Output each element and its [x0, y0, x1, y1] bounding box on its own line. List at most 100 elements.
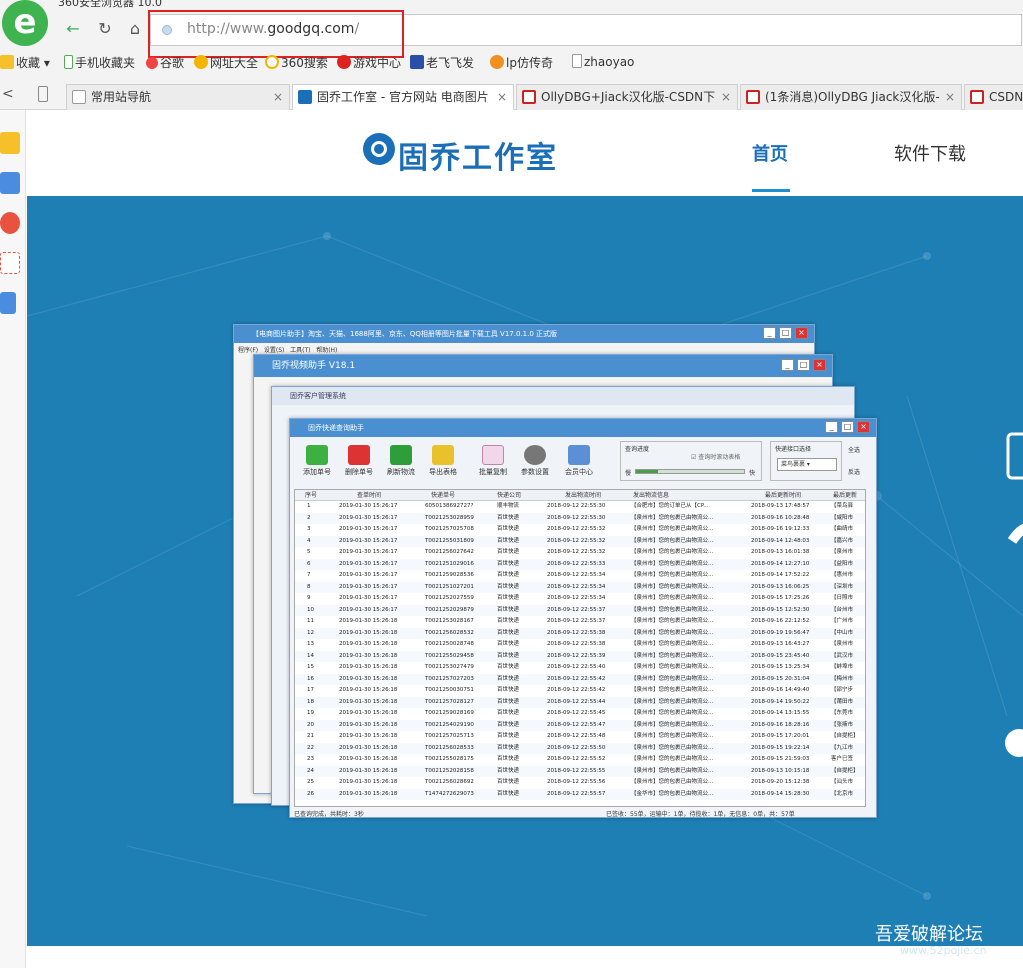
col-header[interactable]: 序号	[305, 490, 317, 501]
bookmark-zhaoyao[interactable]: zhaoyao	[572, 54, 634, 69]
close-icon[interactable]: ×	[857, 421, 870, 433]
home-icon[interactable]: ⌂	[122, 16, 148, 42]
bookmark-hao[interactable]: 网址大全	[194, 54, 258, 71]
select-all-button[interactable]: 全选	[848, 445, 860, 454]
menu-tools[interactable]: 工具(T)	[290, 347, 310, 354]
tab-close-icon[interactable]: ×	[497, 85, 507, 109]
table-row[interactable]: 15 2019-01-30 15:26:18 T0021253027479 百世快递 2…	[295, 662, 865, 674]
col-header[interactable]: 最后更新时间	[765, 490, 801, 501]
table-body: 1 2019-01-30 15:26:17 6050138692727? 顺丰物流 20…	[295, 501, 865, 800]
star-icon[interactable]	[0, 132, 20, 154]
bookmark-mobile[interactable]: 手机收藏夹	[64, 54, 135, 71]
document-icon[interactable]	[0, 292, 16, 314]
table-row[interactable]: 12 2019-01-30 15:26:18 T0021256028532 百世快递 2…	[295, 627, 865, 639]
bookmark-so[interactable]: 360搜索	[265, 54, 328, 71]
table-row[interactable]: 19 2019-01-30 15:26:18 T0021259028169 百世快递 2…	[295, 708, 865, 720]
site-logo-icon[interactable]	[363, 133, 395, 165]
maximize-icon[interactable]: □	[841, 421, 854, 433]
auto-scroll-checkbox[interactable]: ☑ 查询时滚动表格	[691, 452, 740, 461]
tab-close-icon[interactable]: ×	[273, 85, 283, 109]
table-cell: 2019-01-30 15:26:17	[339, 549, 398, 555]
col-header[interactable]: 快递单号	[431, 490, 455, 501]
table-row[interactable]: 9 2019-01-30 15:26:17 T0021252027559 百世快递 20…	[295, 593, 865, 605]
close-icon[interactable]: ×	[813, 359, 826, 371]
table-row[interactable]: 2 2019-01-30 15:26:17 T0021253028959 百世快递 20…	[295, 512, 865, 524]
table-row[interactable]: 14 2019-01-30 15:26:18 T0021255029458 百世快递 2…	[295, 650, 865, 662]
bookmark-lp[interactable]: lp仿传奇	[490, 54, 553, 71]
table-row[interactable]: 3 2019-01-30 15:26:17 T0021257025708 百世快递 20…	[295, 524, 865, 536]
table-row[interactable]: 23 2019-01-30 15:26:18 T0021255028175 百世快递 2…	[295, 754, 865, 766]
back-arrow-icon[interactable]: ←	[60, 16, 86, 42]
bookmark-game[interactable]: 游戏中心	[337, 54, 401, 71]
export-button[interactable]: 导出表格	[424, 443, 462, 483]
tab-csdn-3[interactable]: CSDN	[964, 84, 1023, 110]
bookmark-google[interactable]: 谷歌	[146, 54, 184, 71]
table-row[interactable]: 20 2019-01-30 15:26:18 T0021254029190 百世快递 2…	[295, 719, 865, 731]
delete-order-button[interactable]: 删除单号	[340, 443, 378, 483]
table-cell: 2018-09-16 10:28:48	[751, 514, 810, 521]
table-row[interactable]: 1 2019-01-30 15:26:17 6050138692727? 顺丰物流 20…	[295, 501, 865, 513]
table-cell: 百世快递	[497, 698, 520, 705]
tab-close-icon[interactable]: ×	[721, 85, 731, 109]
nav-download[interactable]: 软件下载	[894, 140, 966, 166]
table-cell: 2018-09-15 21:59:03	[751, 756, 810, 762]
table-row[interactable]: 13 2019-01-30 15:26:18 T0021250028748 百世快递 2…	[295, 639, 865, 651]
batch-copy-button[interactable]: 批量复制	[474, 443, 512, 483]
table-row[interactable]: 17 2019-01-30 15:26:18 T0021250030751 百世快递 2…	[295, 685, 865, 697]
bookmark-favorites[interactable]: 收藏 ▾	[0, 54, 50, 71]
table-row[interactable]: 16 2019-01-30 15:26:18 T0021257027203 百世快递 2…	[295, 673, 865, 685]
tab-nav[interactable]: 常用站导航 ×	[66, 84, 290, 110]
speed-slider[interactable]	[635, 469, 745, 474]
table-cell: T0021252029879	[425, 606, 474, 613]
site-name[interactable]: 固乔工作室	[398, 133, 558, 177]
col-header[interactable]: 最后更新	[833, 490, 857, 501]
close-icon[interactable]: ×	[795, 327, 808, 339]
invert-button[interactable]: 反选	[848, 467, 860, 476]
email-icon[interactable]	[0, 252, 20, 274]
table-cell: 2019-01-30 15:26:18	[339, 721, 398, 728]
maximize-icon[interactable]: □	[797, 359, 810, 371]
minimize-icon[interactable]: _	[825, 421, 838, 433]
table-row[interactable]: 6 2019-01-30 15:26:17 T0021251029016 百世快递 20…	[295, 558, 865, 570]
table-cell: 【东莞市	[831, 710, 854, 716]
tab-csdn-1[interactable]: OllyDBG+Jiack汉化版-CSDN下 ×	[516, 84, 738, 110]
minimize-icon[interactable]: _	[781, 359, 794, 371]
weibo-icon[interactable]	[0, 212, 20, 234]
maximize-icon[interactable]: □	[779, 327, 792, 339]
phone-icon[interactable]	[38, 86, 48, 102]
table-row[interactable]: 4 2019-01-30 15:26:17 T0021255031809 百世快递 20…	[295, 535, 865, 547]
reload-icon[interactable]: ↻	[92, 16, 118, 42]
table-row[interactable]: 11 2019-01-30 15:26:18 T0021253028167 百世快递 2…	[295, 616, 865, 628]
table-row[interactable]: 18 2019-01-30 15:26:18 T0021257028127 百世快递 2…	[295, 696, 865, 708]
table-row[interactable]: 5 2019-01-30 15:26:17 T0021256027642 百世快递 20…	[295, 547, 865, 559]
refresh-button[interactable]: 刷新物流	[382, 443, 420, 483]
col-header[interactable]: 发出物流时间	[565, 490, 601, 501]
tab-csdn-2[interactable]: (1条消息)OllyDBG Jiack汉化版- ×	[740, 84, 962, 110]
col-header[interactable]: 发出物流信息	[633, 490, 669, 501]
col-header[interactable]: 查单时间	[357, 490, 381, 501]
list-icon[interactable]	[0, 172, 20, 194]
minimize-icon[interactable]: _	[763, 327, 776, 339]
api-select[interactable]: 菜鸟裹裹 ▾	[777, 458, 837, 471]
table-row[interactable]: 22 2019-01-30 15:26:18 T0021256028533 百世快递 2…	[295, 742, 865, 754]
table-cell: 【咸阳市	[831, 514, 854, 521]
add-order-button[interactable]: 添加单号	[298, 443, 336, 483]
table-row[interactable]: 25 2019-01-30 15:26:18 T0021256028692 百世快递 2…	[295, 777, 865, 789]
table-row[interactable]: 26 2019-01-30 15:26:18 T1474272629073 百世快递 2…	[295, 788, 865, 800]
settings-button[interactable]: 参数设置	[516, 443, 554, 483]
table-row[interactable]: 8 2019-01-30 15:26:17 T0021251027201 百世快递 20…	[295, 581, 865, 593]
menu-help[interactable]: 帮助(H)	[316, 347, 337, 354]
tab-close-icon[interactable]: ×	[945, 85, 955, 109]
table-row[interactable]: 24 2019-01-30 15:26:18 T0021252028158 百世快递 2…	[295, 765, 865, 777]
menu-settings[interactable]: 设置(S)	[264, 347, 285, 354]
member-center-button[interactable]: 会员中心	[560, 443, 598, 483]
menu-program[interactable]: 程序(F)	[238, 347, 258, 354]
table-row[interactable]: 10 2019-01-30 15:26:17 T0021252029879 百世快递 2…	[295, 604, 865, 616]
table-row[interactable]: 21 2019-01-30 15:26:18 T0021257025713 百世快递 2…	[295, 731, 865, 743]
tab-scroll-left-icon[interactable]: <	[2, 86, 14, 102]
bookmark-laofeifei[interactable]: 老飞飞发	[410, 54, 474, 71]
col-header[interactable]: 快递公司	[497, 490, 521, 501]
nav-home[interactable]: 首页	[752, 140, 788, 166]
tab-goodgq[interactable]: 固乔工作室 - 官方网站 电商图片 ×	[292, 84, 514, 110]
table-row[interactable]: 7 2019-01-30 15:26:17 T0021259028536 百世快递 20…	[295, 570, 865, 582]
